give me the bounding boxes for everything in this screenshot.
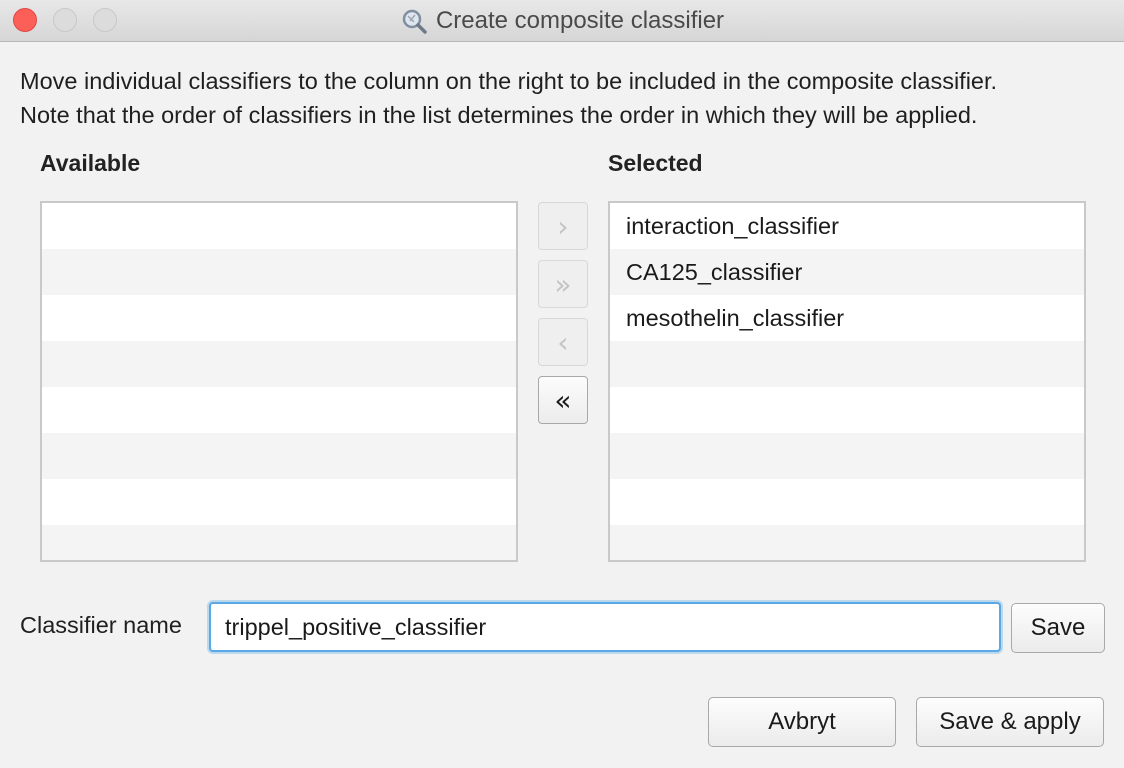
list-item[interactable]: CA125_classifier bbox=[610, 249, 1084, 295]
empty-row bbox=[610, 341, 1084, 387]
empty-row bbox=[42, 479, 516, 525]
empty-row bbox=[610, 387, 1084, 433]
empty-row bbox=[610, 525, 1084, 560]
list-item[interactable]: interaction_classifier bbox=[610, 203, 1084, 249]
selected-label: Selected bbox=[608, 150, 703, 176]
selected-classifiers-list[interactable]: interaction_classifier CA125_classifierme… bbox=[608, 201, 1086, 562]
move-left-button[interactable]: ‹ bbox=[538, 318, 588, 366]
save-button[interactable]: Save bbox=[1011, 603, 1105, 653]
save-and-apply-button[interactable]: Save & apply bbox=[916, 697, 1104, 747]
move-all-right-button[interactable]: » bbox=[538, 260, 588, 308]
list-item-label: CA125_classifier bbox=[626, 258, 803, 285]
instructions-line-1: Move individual classifiers to the colum… bbox=[20, 68, 998, 94]
empty-row bbox=[42, 433, 516, 479]
title-group: Create composite classifier bbox=[0, 0, 1124, 42]
empty-row bbox=[42, 387, 516, 433]
dialog-window: Create composite classifier Move individ… bbox=[0, 0, 1124, 768]
list-item-label: mesothelin_classifier bbox=[626, 304, 845, 331]
instructions-text: Move individual classifiers to the colum… bbox=[20, 64, 1110, 132]
list-item[interactable]: mesothelin_classifier bbox=[610, 295, 1084, 341]
empty-row bbox=[42, 525, 516, 560]
window-title: Create composite classifier bbox=[435, 7, 725, 34]
empty-row bbox=[42, 295, 516, 341]
classifier-name-label: Classifier name bbox=[20, 612, 182, 638]
classifier-name-input[interactable] bbox=[209, 602, 1001, 652]
cancel-button[interactable]: Avbryt bbox=[708, 697, 896, 747]
empty-row bbox=[42, 341, 516, 387]
empty-row bbox=[610, 433, 1084, 479]
available-classifiers-list[interactable] bbox=[40, 201, 518, 562]
title-bar[interactable]: Create composite classifier bbox=[0, 0, 1124, 42]
move-all-left-button[interactable]: « bbox=[538, 376, 588, 424]
empty-row bbox=[42, 249, 516, 295]
empty-row bbox=[610, 479, 1084, 525]
available-label: Available bbox=[40, 150, 141, 176]
magnifier-app-icon bbox=[400, 7, 428, 35]
list-item-label: interaction_classifier bbox=[626, 212, 839, 239]
empty-row bbox=[42, 203, 516, 249]
move-right-button[interactable]: › bbox=[538, 202, 588, 250]
instructions-line-2: Note that the order of classifiers in th… bbox=[20, 102, 978, 128]
